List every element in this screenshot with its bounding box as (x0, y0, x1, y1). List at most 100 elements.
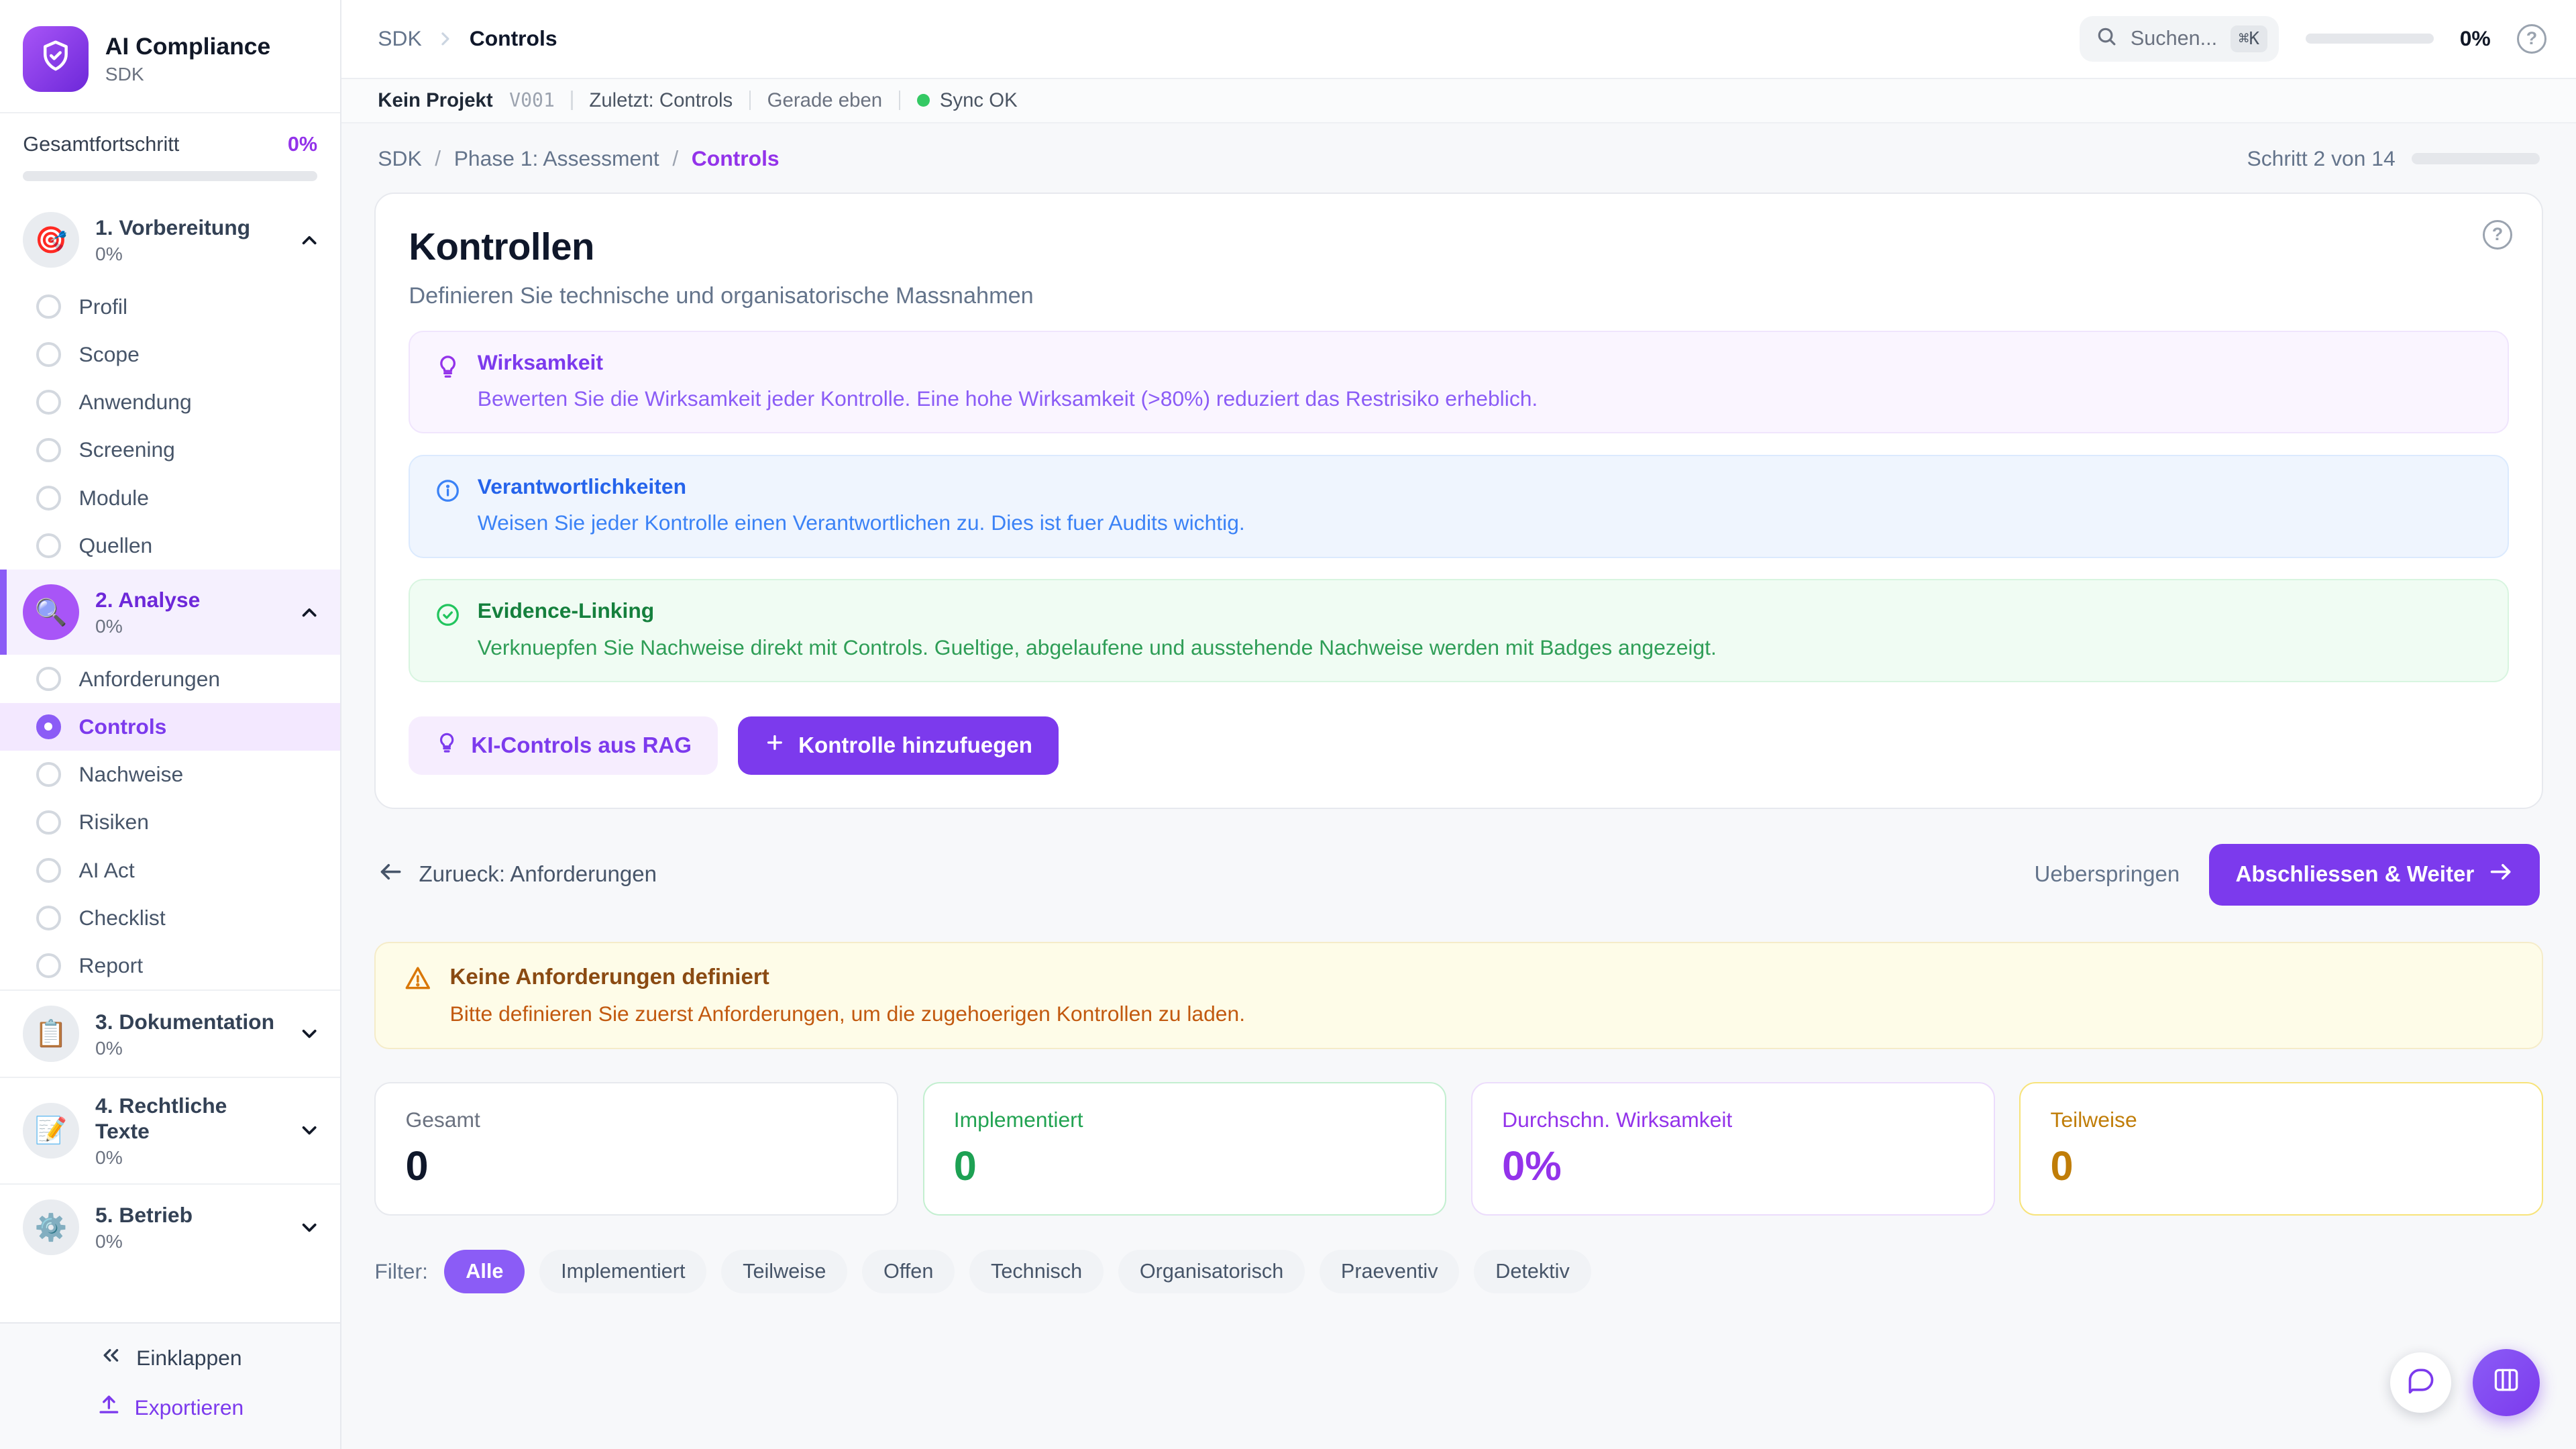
chat-fab-button[interactable] (2390, 1352, 2451, 1413)
sidebar-item-profil[interactable]: Profil (0, 282, 340, 330)
filter-chip-teilweise[interactable]: Teilweise (721, 1250, 847, 1293)
sidebar-item-anforderungen[interactable]: Anforderungen (0, 655, 340, 702)
step-label: Schritt 2 von 14 (2247, 146, 2396, 171)
plus-icon (764, 732, 786, 759)
breadcrumb-separator: / (672, 146, 678, 171)
phase-percent: 0% (95, 1038, 281, 1059)
breadcrumb-root[interactable]: SDK (378, 146, 421, 171)
sidebar-footer: Einklappen Exportieren (0, 1322, 340, 1449)
card-actions: KI-Controls aus RAG Kontrolle hinzufuege… (409, 716, 2509, 775)
sidebar-item-anwendung[interactable]: Anwendung (0, 378, 340, 426)
phase-analyse[interactable]: 🔍 2. Analyse 0% (0, 570, 340, 655)
radio-icon (36, 858, 61, 883)
add-control-button[interactable]: Kontrolle hinzufuegen (738, 716, 1059, 775)
radio-icon (36, 486, 61, 511)
sidebar-item-checklist[interactable]: Checklist (0, 894, 340, 942)
chevron-right-icon (435, 28, 456, 50)
help-icon[interactable]: ? (2517, 24, 2546, 54)
version-badge: V001 (509, 89, 555, 111)
radio-icon (36, 810, 61, 835)
columns-board-icon (2491, 1365, 2521, 1400)
sidebar-item-risiken[interactable]: Risiken (0, 798, 340, 846)
filter-chip-organisatorisch[interactable]: Organisatorisch (1118, 1250, 1305, 1293)
app-subtitle: SDK (105, 64, 271, 85)
board-view-fab-button[interactable] (2473, 1349, 2540, 1416)
last-saved-time: Gerade eben (767, 89, 883, 112)
wizard-nav-row: Zurueck: Anforderungen Ueberspringen Abs… (378, 844, 2540, 906)
phase-dokumentation[interactable]: 📋 3. Dokumentation 0% (0, 989, 340, 1076)
double-chevron-left-icon (99, 1343, 123, 1373)
finish-next-button[interactable]: Abschliessen & Weiter (2209, 844, 2540, 906)
export-button[interactable]: Exportieren (97, 1393, 244, 1423)
skip-button[interactable]: Ueberspringen (2035, 862, 2180, 888)
filter-chip-technisch[interactable]: Technisch (969, 1250, 1104, 1293)
ai-controls-button[interactable]: KI-Controls aus RAG (409, 716, 718, 775)
sidebar-item-scope[interactable]: Scope (0, 331, 340, 378)
upload-icon (97, 1393, 121, 1423)
radio-icon (36, 294, 61, 319)
radio-selected-icon (36, 714, 61, 739)
phase-title: 2. Analyse (95, 587, 281, 612)
phase-title: 1. Vorbereitung (95, 215, 281, 240)
phase-percent: 0% (95, 616, 281, 637)
page-breadcrumb-row: SDK / Phase 1: Assessment / Controls Sch… (378, 146, 2540, 171)
tip-text: Weisen Sie jeder Kontrolle einen Verantw… (478, 507, 1245, 538)
topbar-progress-bar (2306, 34, 2434, 44)
filter-chip-implementiert[interactable]: Implementiert (539, 1250, 706, 1293)
filter-chip-offen[interactable]: Offen (862, 1250, 955, 1293)
add-control-label: Kontrolle hinzufuegen (798, 733, 1032, 759)
sidebar-item-module[interactable]: Module (0, 474, 340, 522)
stat-card-implementiert: Implementiert 0 (923, 1082, 1447, 1216)
phase-title: 5. Betrieb (95, 1202, 281, 1228)
sidebar-item-nachweise[interactable]: Nachweise (0, 751, 340, 798)
filter-chip-detektiv[interactable]: Detektiv (1474, 1250, 1591, 1293)
topbar-progress-value: 0% (2460, 26, 2491, 51)
stat-card-wirksamkeit: Durchschn. Wirksamkeit 0% (1471, 1082, 1995, 1216)
phase-betrieb[interactable]: ⚙️ 5. Betrieb 0% (0, 1183, 340, 1270)
stat-label: Teilweise (2051, 1108, 2512, 1132)
sidebar-item-ai-act[interactable]: AI Act (0, 847, 340, 894)
filter-chip-praeventiv[interactable]: Praeventiv (1320, 1250, 1459, 1293)
search-placeholder: Suchen... (2131, 27, 2217, 50)
card-help-icon[interactable]: ? (2483, 220, 2512, 250)
back-label: Zurueck: Anforderungen (419, 862, 657, 888)
status-bar: Kein Projekt V001 Zuletzt: Controls Gera… (341, 79, 2576, 123)
stat-value: 0% (1502, 1142, 1964, 1189)
filter-chip-alle[interactable]: Alle (444, 1250, 525, 1293)
back-button[interactable]: Zurueck: Anforderungen (378, 859, 657, 891)
warning-banner: Keine Anforderungen definiert Bitte defi… (374, 942, 2543, 1049)
radio-icon (36, 953, 61, 978)
clipboard-icon: 📋 (23, 1006, 78, 1061)
search-shortcut-kbd: ⌘K (2231, 25, 2267, 52)
radio-icon (36, 438, 61, 463)
chevron-up-icon (298, 229, 321, 252)
radio-icon (36, 906, 61, 930)
chevron-up-icon (298, 601, 321, 624)
tip-title: Evidence-Linking (478, 598, 1717, 623)
sidebar-item-report[interactable]: Report (0, 942, 340, 989)
radio-icon (36, 390, 61, 415)
page-content: SDK / Phase 1: Assessment / Controls Sch… (341, 123, 2576, 1449)
sync-status: Sync OK (917, 89, 1018, 112)
stat-value: 0 (405, 1142, 867, 1189)
search-input[interactable]: Suchen... ⌘K (2080, 16, 2279, 62)
breadcrumb: SDK / Phase 1: Assessment / Controls (378, 146, 779, 171)
sidebar-item-controls[interactable]: Controls (0, 703, 340, 751)
overall-progress-value: 0% (288, 133, 317, 156)
phase-rechtliche-texte[interactable]: 📝 4. Rechtliche Texte 0% (0, 1077, 340, 1183)
magnifier-icon: 🔍 (23, 584, 78, 640)
phase-vorbereitung[interactable]: 🎯 1. Vorbereitung 0% (0, 197, 340, 282)
sidebar-item-screening[interactable]: Screening (0, 426, 340, 474)
stat-label: Gesamt (405, 1108, 867, 1132)
app-title: AI Compliance (105, 33, 271, 60)
topbar: SDK Controls Suchen... ⌘K 0% ? (341, 0, 2576, 79)
finish-next-label: Abschliessen & Weiter (2236, 862, 2475, 888)
topbar-breadcrumb-root[interactable]: SDK (378, 26, 421, 51)
breadcrumb-phase[interactable]: Phase 1: Assessment (454, 146, 659, 171)
phase-analyse-items: Anforderungen Controls Nachweise Risiken… (0, 655, 340, 989)
collapse-sidebar-button[interactable]: Einklappen (99, 1343, 242, 1373)
sidebar-item-quellen[interactable]: Quellen (0, 522, 340, 570)
export-label: Exportieren (134, 1395, 244, 1420)
lightbulb-icon (435, 731, 458, 760)
phase-title: 3. Dokumentation (95, 1009, 281, 1034)
